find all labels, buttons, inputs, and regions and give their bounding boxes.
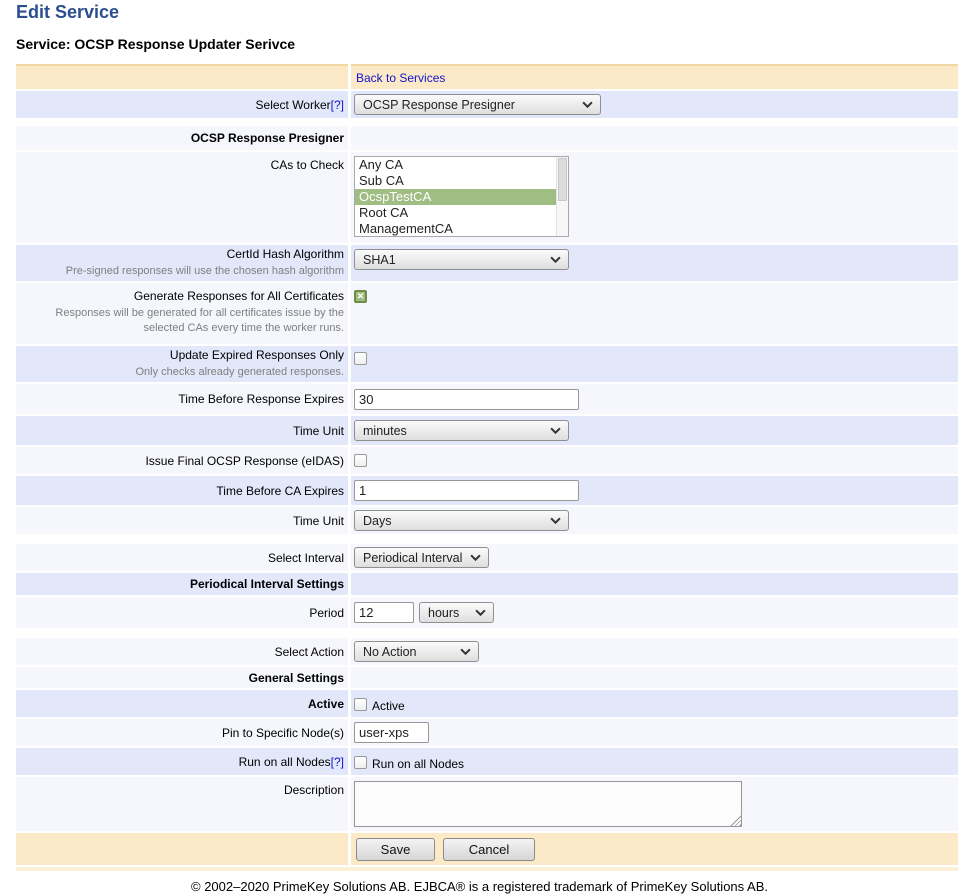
time-unit-ca-select[interactable]: Days [354, 510, 569, 531]
time-unit-response-label: Time Unit [293, 424, 344, 438]
update-expired-label: Update Expired Responses Only [170, 348, 344, 362]
row-worker-section-header: OCSP Response Presigner [16, 126, 958, 150]
time-before-response-input[interactable] [354, 389, 579, 410]
row-description: Description [16, 777, 958, 831]
active-checkbox[interactable] [354, 698, 367, 711]
period-unit-value: hours [428, 606, 459, 620]
resize-grip-icon[interactable] [730, 815, 741, 826]
period-label: Period [309, 606, 344, 620]
time-unit-response-select[interactable]: minutes [354, 420, 569, 441]
row-generate-responses: Generate Responses for All Certificates … [16, 283, 958, 344]
worker-select[interactable]: OCSP Response Presigner [354, 94, 601, 115]
chevron-down-icon [460, 648, 471, 655]
chevron-down-icon [550, 256, 561, 263]
description-textarea[interactable] [354, 781, 742, 827]
action-select[interactable]: No Action [354, 641, 479, 662]
select-worker-label: Select Worker [256, 98, 331, 112]
listbox-option[interactable]: Root CA [355, 205, 556, 221]
worker-section-header: OCSP Response Presigner [191, 131, 344, 145]
generate-responses-checkbox[interactable]: ✕ [354, 290, 367, 303]
footer-copyright: © 2002–2020 PrimeKey Solutions AB. EJBCA… [0, 879, 959, 894]
row-select-action: Select Action No Action [16, 638, 958, 665]
save-button[interactable]: Save [356, 838, 435, 861]
generate-responses-helper: Responses will be generated for all cert… [22, 306, 344, 336]
row-run-on-all-nodes: Run on all Nodes[?] Run on all Nodes [16, 748, 958, 775]
cas-listbox[interactable]: Any CA Sub CA OcspTestCA Root CA Managem… [354, 156, 569, 237]
table-bottom-strip [16, 867, 958, 871]
row-select-interval: Select Interval Periodical Interval [16, 544, 958, 571]
select-action-label: Select Action [275, 645, 344, 659]
general-settings-header: General Settings [249, 671, 344, 685]
periodical-interval-header: Periodical Interval Settings [190, 577, 344, 591]
select-worker-help-link[interactable]: [?] [331, 98, 344, 112]
active-checkbox-label: Active [372, 699, 405, 713]
chevron-down-icon [582, 101, 593, 108]
listbox-option-selected[interactable]: OcspTestCA [355, 189, 556, 205]
period-unit-select[interactable]: hours [419, 602, 494, 623]
cancel-button[interactable]: Cancel [443, 838, 535, 861]
interval-select-value: Periodical Interval [363, 551, 462, 565]
hash-algorithm-value: SHA1 [363, 253, 396, 267]
listbox-scrollbar[interactable] [556, 157, 568, 236]
run-on-all-nodes-checkbox-label: Run on all Nodes [372, 757, 464, 771]
row-certid-hash: CertId Hash Algorithm Pre-signed respons… [16, 245, 958, 281]
row-time-before-response: Time Before Response Expires [16, 384, 958, 414]
issue-final-ocsp-label: Issue Final OCSP Response (eIDAS) [145, 454, 344, 468]
update-expired-checkbox[interactable] [354, 352, 367, 365]
row-update-expired: Update Expired Responses Only Only check… [16, 346, 958, 382]
time-unit-ca-label: Time Unit [293, 514, 344, 528]
hash-algorithm-select[interactable]: SHA1 [354, 249, 569, 270]
row-buttons: Save Cancel [16, 833, 958, 865]
generate-responses-label: Generate Responses for All Certificates [134, 289, 344, 303]
row-period: Period hours [16, 597, 958, 628]
chevron-down-icon [475, 609, 486, 616]
certid-hash-helper: Pre-signed responses will use the chosen… [66, 264, 344, 279]
run-on-all-nodes-help-link[interactable]: [?] [331, 755, 344, 769]
time-before-ca-label: Time Before CA Expires [216, 484, 344, 498]
row-pin-to-nodes: Pin to Specific Node(s) [16, 719, 958, 746]
row-periodical-interval-header: Periodical Interval Settings [16, 573, 958, 595]
row-time-unit-response: Time Unit minutes [16, 416, 958, 445]
row-general-settings-header: General Settings [16, 667, 958, 688]
service-name-heading: Service: OCSP Response Updater Serivce [16, 36, 959, 52]
time-before-ca-input[interactable] [354, 480, 579, 501]
row-cas-to-check: CAs to Check Any CA Sub CA OcspTestCA Ro… [16, 152, 958, 243]
listbox-option[interactable]: ManagementCA [355, 221, 556, 236]
time-unit-ca-value: Days [363, 514, 391, 528]
worker-select-value: OCSP Response Presigner [363, 98, 515, 112]
run-on-all-nodes-checkbox[interactable] [354, 756, 367, 769]
select-interval-label: Select Interval [268, 551, 344, 565]
listbox-option[interactable]: Any CA [355, 157, 556, 173]
time-unit-response-value: minutes [363, 424, 407, 438]
row-time-before-ca: Time Before CA Expires [16, 476, 958, 505]
issue-final-ocsp-checkbox[interactable] [354, 454, 367, 467]
listbox-option[interactable]: Sub CA [355, 173, 556, 189]
active-label: Active [308, 697, 344, 711]
page-title: Edit Service [16, 2, 959, 23]
chevron-down-icon [550, 427, 561, 434]
time-before-response-label: Time Before Response Expires [178, 392, 344, 406]
certid-hash-label: CertId Hash Algorithm [227, 247, 344, 261]
edit-service-form: Back to Services Select Worker[?] OCSP R… [16, 64, 958, 865]
cas-to-check-label: CAs to Check [271, 158, 344, 172]
row-time-unit-ca: Time Unit Days [16, 507, 958, 534]
period-input[interactable] [354, 602, 414, 623]
chevron-down-icon [550, 517, 561, 524]
action-select-value: No Action [363, 645, 417, 659]
row-select-worker: Select Worker[?] OCSP Response Presigner [16, 91, 958, 118]
pin-to-nodes-input[interactable] [354, 722, 429, 743]
back-to-services-link[interactable]: Back to Services [356, 71, 445, 85]
chevron-down-icon [470, 554, 481, 561]
interval-select[interactable]: Periodical Interval [354, 547, 489, 568]
header-row: Back to Services [16, 64, 958, 89]
pin-to-nodes-label: Pin to Specific Node(s) [222, 726, 344, 740]
row-active: Active Active [16, 690, 958, 717]
row-issue-final-ocsp: Issue Final OCSP Response (eIDAS) [16, 447, 958, 474]
scrollbar-thumb[interactable] [558, 158, 567, 201]
run-on-all-nodes-label: Run on all Nodes [239, 755, 331, 769]
update-expired-helper: Only checks already generated responses. [135, 365, 344, 380]
description-label: Description [284, 783, 344, 797]
